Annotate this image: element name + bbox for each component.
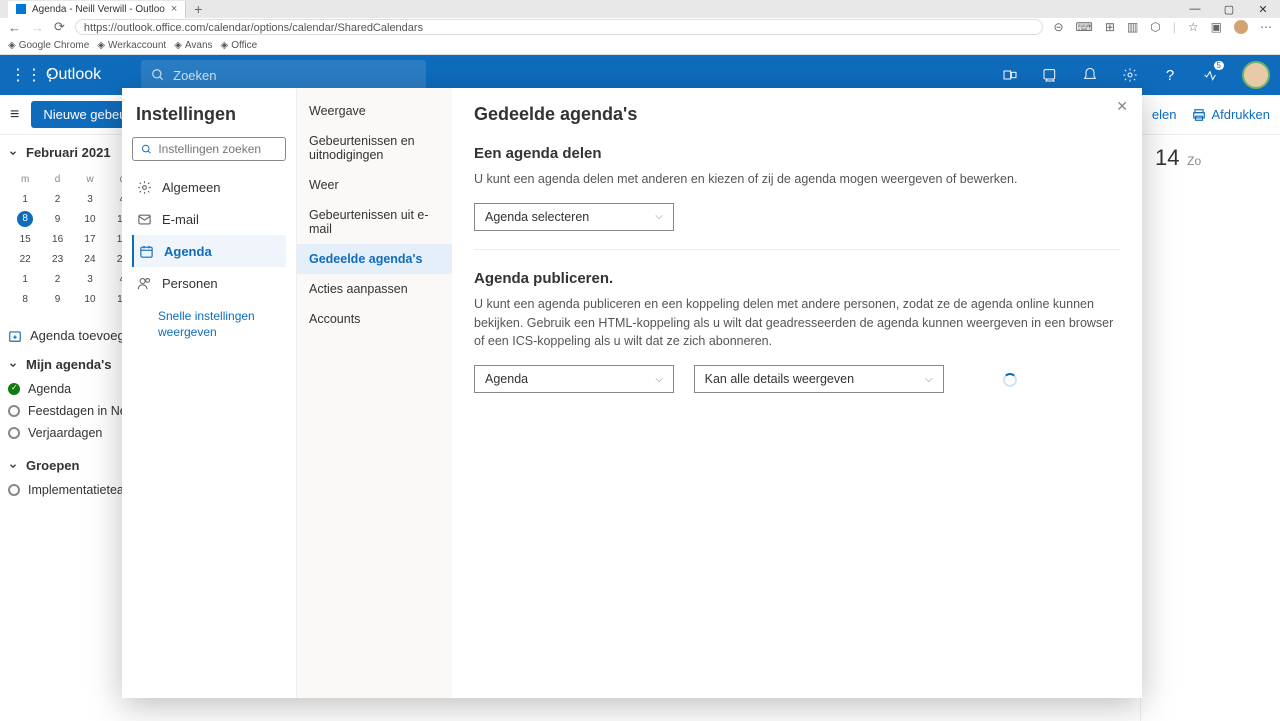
share-title: Een agenda delen: [474, 145, 1120, 162]
browser-tab[interactable]: Agenda - Neill Verwill - Outloo ×: [8, 1, 186, 18]
forward-button[interactable]: →: [31, 20, 44, 35]
chevron-down-icon: ⌵: [655, 374, 663, 385]
checkbox-icon: [8, 484, 20, 496]
subnav-events[interactable]: Gebeurtenissen en uitnodigingen: [297, 126, 452, 170]
maximize-button[interactable]: ▢: [1212, 3, 1246, 16]
notifications-icon[interactable]: [1082, 67, 1098, 83]
settings-search[interactable]: [132, 137, 286, 161]
shield-icon[interactable]: ⬡: [1150, 20, 1160, 34]
divider: [474, 249, 1120, 250]
tab-favicon: [16, 4, 26, 14]
settings-icon[interactable]: [1122, 67, 1138, 83]
app-launcher-icon[interactable]: ⋮⋮⋮: [10, 65, 42, 85]
bookmark-item[interactable]: ◈ Google Chrome: [8, 40, 89, 51]
extension-icon[interactable]: ▣: [1211, 20, 1222, 34]
menu-icon[interactable]: ⋯: [1260, 20, 1272, 34]
app-name: Outlook: [46, 66, 101, 84]
content-heading: Gedeelde agenda's: [474, 104, 1120, 125]
back-button[interactable]: ←: [8, 20, 21, 35]
chevron-down-icon: ⌵: [925, 374, 933, 385]
calendar-add-icon: [8, 329, 22, 343]
qr-icon[interactable]: ⊞: [1105, 20, 1115, 34]
meet-now-icon[interactable]: [1042, 67, 1058, 83]
chevron-down-icon: [8, 360, 18, 370]
share-button[interactable]: elen: [1152, 107, 1177, 122]
modal-title: Instellingen: [132, 104, 286, 125]
reload-button[interactable]: ⟳: [54, 19, 65, 35]
tab-title: Agenda - Neill Verwill - Outloo: [32, 4, 165, 15]
activity-icon[interactable]: 5: [1202, 67, 1218, 83]
help-icon[interactable]: ?: [1162, 67, 1178, 83]
share-description: U kunt een agenda delen met anderen en k…: [474, 170, 1120, 189]
print-icon: [1192, 108, 1206, 122]
checkbox-icon: [8, 427, 20, 439]
chevron-down-icon: ⌵: [655, 211, 663, 222]
checkbox-checked-icon: [8, 383, 20, 395]
close-icon[interactable]: ✕: [1116, 98, 1128, 115]
search-box[interactable]: [141, 60, 426, 90]
favorite-icon[interactable]: ☆: [1188, 20, 1199, 34]
close-window-button[interactable]: ✕: [1246, 3, 1280, 16]
publish-calendar-dropdown[interactable]: Agenda ⌵: [474, 365, 674, 393]
settings-modal: Instellingen Algemeen E-mail Agenda Pers…: [122, 88, 1142, 698]
teams-icon[interactable]: [1002, 67, 1018, 83]
profile-icon[interactable]: [1234, 20, 1248, 34]
notification-badge: 5: [1214, 61, 1224, 70]
nav-calendar[interactable]: Agenda: [132, 235, 286, 267]
new-tab-button[interactable]: +: [194, 1, 202, 17]
search-icon: [151, 68, 165, 82]
search-input[interactable]: [173, 68, 349, 83]
quick-settings-link[interactable]: Snelle instellingen weergeven: [132, 301, 286, 348]
settings-search-input[interactable]: [158, 142, 277, 156]
subnav-from-email[interactable]: Gebeurtenissen uit e-mail: [297, 200, 452, 244]
chevron-down-icon: [8, 461, 18, 471]
bookmark-item[interactable]: ◈ Office: [221, 40, 258, 51]
subnav-shared[interactable]: Gedeelde agenda's: [297, 244, 452, 274]
chevron-down-icon: [8, 148, 18, 158]
bookmark-item[interactable]: ◈ Avans: [174, 40, 212, 51]
nav-email[interactable]: E-mail: [132, 203, 286, 235]
gear-icon: [136, 179, 152, 195]
permission-dropdown[interactable]: Kan alle details weergeven ⌵: [694, 365, 944, 393]
subnav-view[interactable]: Weergave: [297, 96, 452, 126]
print-button[interactable]: Afdrukken: [1192, 107, 1270, 122]
day-label: Zo: [1187, 154, 1201, 168]
mail-icon: [136, 211, 152, 227]
people-icon: [136, 275, 152, 291]
subnav-accounts[interactable]: Accounts: [297, 304, 452, 334]
minimize-button[interactable]: —: [1178, 3, 1212, 16]
subnav-weather[interactable]: Weer: [297, 170, 452, 200]
translate-icon[interactable]: ⌨: [1076, 20, 1093, 34]
subnav-actions[interactable]: Acties aanpassen: [297, 274, 452, 304]
nav-people[interactable]: Personen: [132, 267, 286, 299]
hamburger-icon[interactable]: ≡: [10, 106, 19, 124]
tab-close-icon[interactable]: ×: [171, 3, 177, 15]
address-bar[interactable]: https://outlook.office.com/calendar/opti…: [75, 19, 1044, 35]
loading-spinner-icon: [1003, 373, 1017, 387]
checkbox-icon: [8, 405, 20, 417]
day-number: 14: [1155, 145, 1179, 170]
avatar[interactable]: [1242, 61, 1270, 89]
publish-title: Agenda publiceren.: [474, 270, 1120, 287]
calendar-icon: [138, 243, 154, 259]
bookmark-item[interactable]: ◈ Werkaccount: [97, 40, 166, 51]
nav-general[interactable]: Algemeen: [132, 171, 286, 203]
search-icon: [141, 143, 152, 156]
publish-description: U kunt een agenda publiceren en een kopp…: [474, 295, 1120, 351]
reader-icon[interactable]: ⊝: [1053, 20, 1063, 34]
collections-icon[interactable]: ▥: [1127, 20, 1138, 34]
select-calendar-dropdown[interactable]: Agenda selecteren ⌵: [474, 203, 674, 231]
